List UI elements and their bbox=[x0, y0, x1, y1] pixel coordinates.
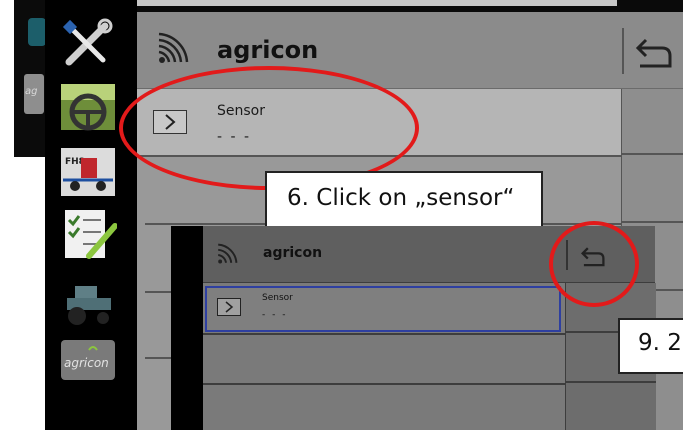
inner-sensor-value: - - - bbox=[262, 310, 288, 320]
top-strip bbox=[137, 0, 683, 12]
tractor-icon bbox=[28, 18, 46, 46]
back-button[interactable] bbox=[634, 32, 674, 72]
tractor-icon bbox=[67, 286, 111, 325]
sidebar-item-settings[interactable] bbox=[59, 18, 117, 70]
step-9-text: 9. 2 bbox=[638, 330, 682, 356]
header-divider bbox=[622, 28, 624, 74]
step-9-callout: 9. 2 bbox=[618, 318, 683, 374]
sidebar-item-implement[interactable]: FH8 bbox=[59, 146, 117, 198]
chevron-right-icon bbox=[217, 298, 241, 316]
agricon-logo-icon: agricon bbox=[61, 340, 115, 380]
step-6-text: 6. Click on „sensor“ bbox=[287, 185, 515, 211]
mini-button: ag bbox=[24, 74, 44, 114]
sidebar-item-tasks[interactable] bbox=[59, 208, 118, 260]
steering-icon bbox=[61, 84, 115, 131]
inner-sensor-label: Sensor bbox=[262, 293, 293, 303]
wireless-signal-icon bbox=[158, 32, 189, 63]
tools-icon bbox=[62, 18, 113, 66]
page-title: agricon bbox=[217, 36, 319, 64]
checklist-icon bbox=[65, 210, 118, 259]
mini-button-label: ag bbox=[25, 86, 38, 97]
inner-page-title: agricon bbox=[263, 245, 323, 261]
sprayer-icon: FH8 bbox=[61, 148, 115, 196]
highlight-circle bbox=[549, 221, 639, 307]
inner-list-item-sensor[interactable]: Sensor - - - bbox=[205, 286, 561, 332]
sidebar-item-guidance[interactable] bbox=[59, 82, 117, 134]
agricon-logo-text: agricon bbox=[64, 356, 109, 370]
step-6-callout: 6. Click on „sensor“ bbox=[265, 171, 543, 231]
sidebar: FH8 agricon bbox=[45, 0, 137, 430]
wireless-signal-icon bbox=[217, 243, 238, 264]
sidebar-item-tractor[interactable] bbox=[59, 276, 117, 328]
sidebar-item-agricon[interactable]: agricon bbox=[59, 336, 117, 388]
